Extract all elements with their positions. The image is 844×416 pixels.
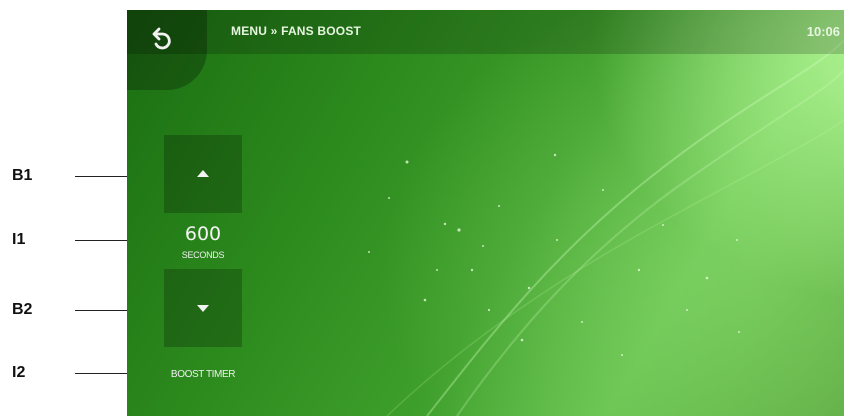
back-button[interactable] [127,10,207,90]
back-arrow-icon [152,27,171,50]
background-swirl [368,39,844,416]
annotation-label: B2 [12,301,33,318]
annotation-label: I2 [12,364,26,381]
clock: 10:06 [806,24,840,39]
annotation-label: B1 [12,167,33,184]
annotation-label: I1 [12,231,26,248]
arrow-down-icon [197,305,209,312]
increase-button[interactable] [164,135,242,213]
device-screen: MENU » FANS BOOST 10:06 600 SECONDS BOOS… [127,10,844,416]
breadcrumb: MENU » FANS BOOST [231,24,362,38]
decrease-button[interactable] [164,269,242,347]
arrow-up-icon [197,170,209,177]
timer-value: 600 [184,223,222,245]
boost-timer-label: BOOST TIMER [170,369,236,380]
timer-unit: SECONDS [181,250,225,260]
